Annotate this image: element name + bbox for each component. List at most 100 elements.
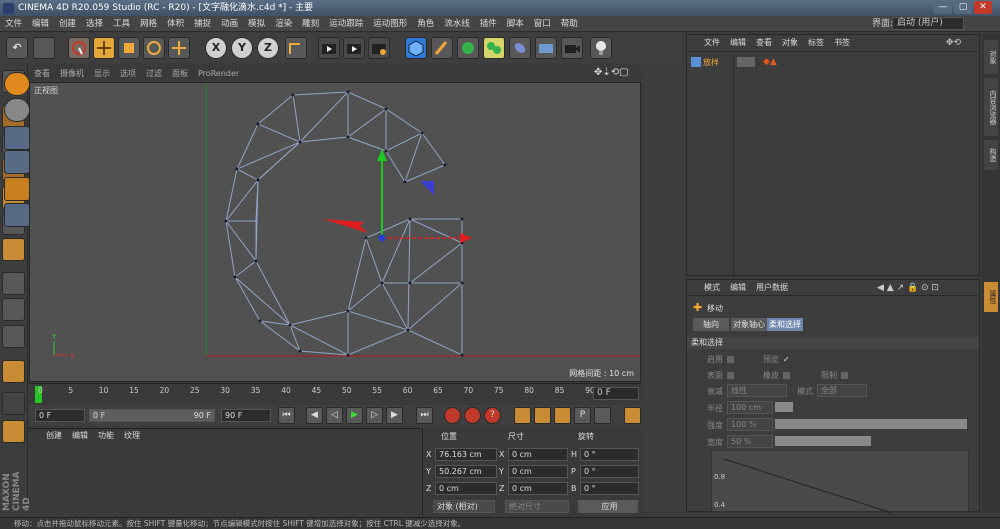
- lock-icon[interactable]: [2, 392, 25, 415]
- end-frame-field[interactable]: 90 F: [221, 409, 271, 422]
- menu-item[interactable]: 工具: [108, 16, 135, 32]
- import-icon[interactable]: [4, 150, 30, 174]
- go-to-start-button[interactable]: ⏮: [278, 407, 295, 424]
- limit-checkbox[interactable]: 限制: [821, 370, 848, 381]
- object-menu-edit[interactable]: 编辑: [725, 35, 751, 51]
- transform-tool-icon[interactable]: [168, 37, 190, 59]
- size-y-field[interactable]: 0 cm: [508, 465, 568, 478]
- menu-item[interactable]: 帮助: [556, 16, 583, 32]
- layout-select[interactable]: 启动 (用户): [892, 17, 964, 30]
- previous-frame-button[interactable]: ◁: [326, 407, 343, 424]
- sculpt-icon[interactable]: [4, 72, 30, 96]
- move-tool-icon[interactable]: [93, 37, 115, 59]
- auto-key-button[interactable]: [464, 407, 481, 424]
- render-view-icon[interactable]: [318, 37, 340, 59]
- menu-item[interactable]: 网格: [135, 16, 162, 32]
- side-tab-structure[interactable]: 构造: [984, 140, 998, 170]
- menu-item[interactable]: 运动图形: [368, 16, 412, 32]
- width-slider[interactable]: [775, 436, 871, 446]
- object-menu-tags[interactable]: 标签: [803, 35, 829, 51]
- record-key-button[interactable]: [444, 407, 461, 424]
- rotation-b-field[interactable]: 0 °: [580, 482, 639, 495]
- x-axis-lock-button[interactable]: X: [205, 37, 227, 59]
- menu-item[interactable]: 创建: [54, 16, 81, 32]
- position-y-field[interactable]: 50.267 cm: [435, 465, 497, 478]
- preview-checkbox[interactable]: 预览 ✓: [763, 354, 790, 365]
- sculpt-layers-icon[interactable]: [4, 98, 30, 122]
- menu-item[interactable]: 编辑: [27, 16, 54, 32]
- solo-icon[interactable]: [2, 420, 25, 443]
- start-frame-field[interactable]: 0 F: [35, 409, 85, 422]
- coordinate-system-icon[interactable]: [285, 37, 307, 59]
- strength-field[interactable]: 100 %: [727, 418, 773, 431]
- attribute-menu-userdata[interactable]: 用户数据: [751, 280, 793, 296]
- key-rotation-button[interactable]: [554, 407, 571, 424]
- falloff-select[interactable]: 线性: [727, 384, 787, 397]
- viewport-menu-filter[interactable]: 过滤: [141, 66, 167, 81]
- apply-button[interactable]: 应用: [578, 500, 638, 513]
- package-icon[interactable]: [4, 203, 30, 227]
- menu-item[interactable]: 流水线: [439, 16, 475, 32]
- material-menu-function[interactable]: 功能: [93, 429, 119, 443]
- viewport-menu-camera[interactable]: 摄像机: [55, 66, 89, 81]
- snap-icon[interactable]: [2, 325, 25, 348]
- attribute-nav-icons[interactable]: ◀ ▲ ↗ 🔒 ⊙ ⊡: [877, 283, 939, 293]
- deformer-icon[interactable]: [509, 37, 531, 59]
- menu-item[interactable]: 文件: [0, 16, 27, 32]
- redo-button[interactable]: [33, 37, 55, 59]
- radius-field[interactable]: 100 cm: [727, 401, 773, 414]
- keyframe-selection-button[interactable]: ?: [484, 407, 501, 424]
- polygons-mode-icon[interactable]: [2, 238, 25, 261]
- menu-item[interactable]: 窗口: [529, 16, 556, 32]
- rotation-p-field[interactable]: 0 °: [580, 465, 639, 478]
- cube-object-icon[interactable]: [405, 37, 427, 59]
- menu-item[interactable]: 脚本: [502, 16, 529, 32]
- viewport-menu-display[interactable]: 显示: [89, 66, 115, 81]
- falloff-curve-graph[interactable]: 0.8 0.4: [711, 450, 969, 514]
- rubber-checkbox[interactable]: 橡皮: [763, 370, 790, 381]
- menu-item[interactable]: 体积: [162, 16, 189, 32]
- tweak-mode-icon[interactable]: [2, 298, 25, 321]
- surface-checkbox[interactable]: 表面: [707, 370, 734, 381]
- radius-slider[interactable]: [775, 402, 793, 412]
- render-settings-icon[interactable]: [368, 37, 390, 59]
- mode-select[interactable]: 全部: [817, 384, 867, 397]
- object-item-loft[interactable]: 放样: [703, 57, 719, 68]
- viewport-menu-prorender[interactable]: ProRender: [193, 66, 244, 81]
- rotation-h-field[interactable]: 0 °: [580, 448, 639, 461]
- key-parameter-button[interactable]: P: [574, 407, 591, 424]
- menu-item[interactable]: 运动跟踪: [324, 16, 368, 32]
- menu-item[interactable]: 模拟: [243, 16, 270, 32]
- current-frame-field[interactable]: 0 F: [593, 387, 639, 400]
- width-field[interactable]: 50 %: [727, 435, 773, 448]
- next-frame-button[interactable]: ▷: [366, 407, 383, 424]
- axis-mode-icon[interactable]: [2, 272, 25, 295]
- light-icon[interactable]: [590, 37, 612, 59]
- viewport-nav-icons[interactable]: ✥⇣⟲▢: [594, 67, 629, 78]
- go-to-end-button[interactable]: ⏭: [416, 407, 433, 424]
- tab-axis[interactable]: 轴向: [693, 318, 729, 331]
- tab-object-axis[interactable]: 对象轴心: [731, 318, 767, 331]
- menu-item[interactable]: 角色: [412, 16, 439, 32]
- array-icon[interactable]: [483, 37, 505, 59]
- object-menu-objects[interactable]: 对象: [777, 35, 803, 51]
- side-tab-objects[interactable]: 对象: [984, 40, 998, 74]
- viewport-menu-options[interactable]: 选项: [115, 66, 141, 81]
- attribute-menu-edit[interactable]: 编辑: [725, 280, 751, 296]
- y-axis-lock-button[interactable]: Y: [231, 37, 253, 59]
- subdivision-icon[interactable]: [457, 37, 479, 59]
- floor-icon[interactable]: [535, 37, 557, 59]
- side-tab-content-browser[interactable]: 内容浏览器: [984, 78, 998, 136]
- key-pla-button[interactable]: [594, 407, 611, 424]
- rotate-tool-icon[interactable]: [143, 37, 165, 59]
- tab-soft-selection[interactable]: 柔和选择: [767, 318, 803, 331]
- menu-item[interactable]: 选择: [81, 16, 108, 32]
- previous-key-button[interactable]: ◀: [306, 407, 323, 424]
- menu-item[interactable]: 捕捉: [189, 16, 216, 32]
- object-menu-file[interactable]: 文件: [699, 35, 725, 51]
- visibility-toggle-icon[interactable]: [737, 57, 755, 67]
- frame-range-slider[interactable]: 0 F 90 F: [89, 409, 215, 422]
- menu-item[interactable]: 插件: [475, 16, 502, 32]
- z-axis-lock-button[interactable]: Z: [257, 37, 279, 59]
- side-tab-attributes[interactable]: 属性: [984, 282, 998, 312]
